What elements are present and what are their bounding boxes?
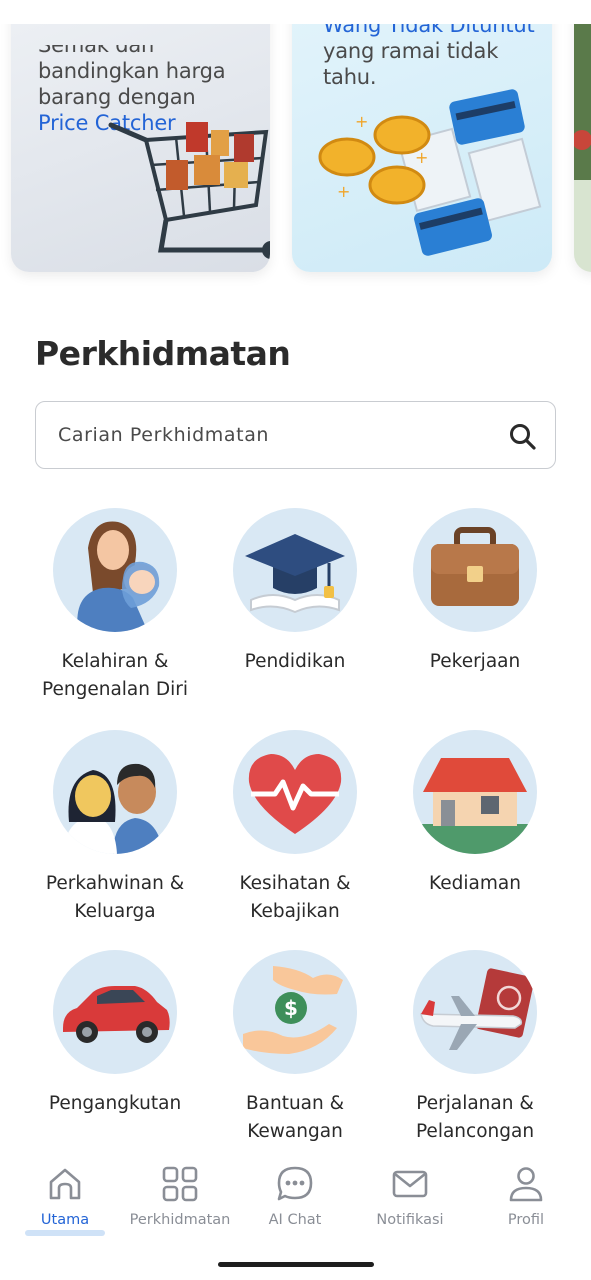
service-search[interactable]	[35, 401, 556, 469]
nav-label: Profil	[507, 1212, 545, 1228]
service-label: Kesihatan &	[239, 873, 351, 894]
search-icon[interactable]	[508, 422, 538, 452]
banner-price-catcher[interactable]: Semak dan bandingkan harga barang dengan…	[11, 0, 270, 272]
service-label: Pengenalan Diri	[41, 679, 188, 700]
service-bantuan[interactable]: $ Bantuan & Kewangan	[200, 950, 390, 1146]
nav-notifikasi[interactable]: Notifikasi	[351, 1164, 469, 1228]
coins-cards-icon: + + +	[318, 89, 542, 256]
service-label: Perkahwinan &	[45, 873, 185, 894]
house-icon	[413, 730, 537, 854]
banner-line: bandingkan harga	[38, 59, 226, 83]
service-kesihatan[interactable]: Kesihatan & Kebajikan	[200, 730, 390, 926]
banner-wang-tidak-dituntut[interactable]: Wang Tidak Dituntut yang ramai tidak tah…	[292, 0, 552, 272]
service-pengangkutan[interactable]: Pengangkutan	[20, 950, 210, 1118]
banner-next[interactable]	[574, 0, 591, 272]
shopping-cart-icon	[108, 122, 270, 259]
nav-utama[interactable]: Utama	[6, 1164, 124, 1228]
service-label: Pelancongan	[415, 1121, 535, 1142]
banner-line-cut: Semak dan	[38, 33, 155, 57]
service-label: Kediaman	[429, 873, 521, 894]
status-bar-area	[0, 0, 591, 24]
nav-ai-chat[interactable]: AI Chat	[236, 1164, 354, 1228]
nav-perkhidmatan[interactable]: Perkhidmatan	[121, 1164, 239, 1228]
active-tab-indicator	[25, 1230, 105, 1236]
bottom-navigation: Utama Perkhidmatan AI Chat Notifikasi Pr…	[0, 1150, 591, 1280]
nav-label: Perkhidmatan	[129, 1212, 231, 1228]
service-pendidikan[interactable]: Pendidikan	[200, 508, 390, 676]
home-icon	[49, 1168, 81, 1200]
service-label: Pendidikan	[244, 651, 346, 672]
service-label: Kebajikan	[250, 901, 340, 922]
nav-label: Notifikasi	[376, 1212, 444, 1228]
svg-text:$: $	[284, 996, 298, 1020]
banner-image	[574, 20, 591, 180]
graduation-cap-icon	[233, 508, 357, 632]
plane-passport-icon	[413, 950, 537, 1074]
search-input[interactable]	[58, 402, 498, 468]
service-pekerjaan[interactable]: Pekerjaan	[380, 508, 570, 676]
service-perjalanan[interactable]: Perjalanan & Pelancongan	[380, 950, 570, 1146]
nav-profil[interactable]: Profil	[467, 1164, 585, 1228]
service-perkahwinan[interactable]: Perkahwinan & Keluarga	[20, 730, 210, 926]
service-kelahiran[interactable]: Kelahiran & Pengenalan Diri	[20, 508, 210, 704]
profile-icon	[509, 1167, 543, 1202]
section-title: Perkhidmatan	[35, 334, 291, 373]
service-label: Pengangkutan	[48, 1093, 182, 1114]
nav-label: AI Chat	[268, 1212, 322, 1228]
svg-text:+: +	[355, 112, 368, 131]
service-kediaman[interactable]: Kediaman	[380, 730, 570, 898]
banner-carousel[interactable]: Semak dan bandingkan harga barang dengan…	[0, 0, 591, 300]
service-label: Perjalanan &	[416, 1093, 534, 1114]
service-label: Pekerjaan	[429, 651, 521, 672]
home-indicator[interactable]	[218, 1262, 374, 1267]
car-icon	[53, 950, 177, 1074]
grid-icon	[162, 1166, 198, 1202]
banner-line: barang dengan	[38, 85, 196, 109]
heart-pulse-icon	[233, 730, 357, 854]
mother-baby-icon	[53, 508, 177, 632]
mail-icon	[392, 1170, 428, 1198]
svg-text:+: +	[337, 182, 350, 201]
couple-icon	[53, 730, 177, 854]
service-label: Kelahiran &	[61, 651, 169, 672]
briefcase-icon	[413, 508, 537, 632]
chat-icon	[277, 1166, 313, 1201]
service-label: Bantuan &	[245, 1093, 345, 1114]
money-hand-icon: $	[233, 950, 357, 1074]
banner-line: yang ramai tidak	[323, 39, 499, 63]
service-label: Kewangan	[247, 1121, 343, 1142]
svg-text:+: +	[415, 148, 428, 167]
service-label: Keluarga	[74, 901, 156, 922]
nav-label: Utama	[40, 1212, 90, 1228]
